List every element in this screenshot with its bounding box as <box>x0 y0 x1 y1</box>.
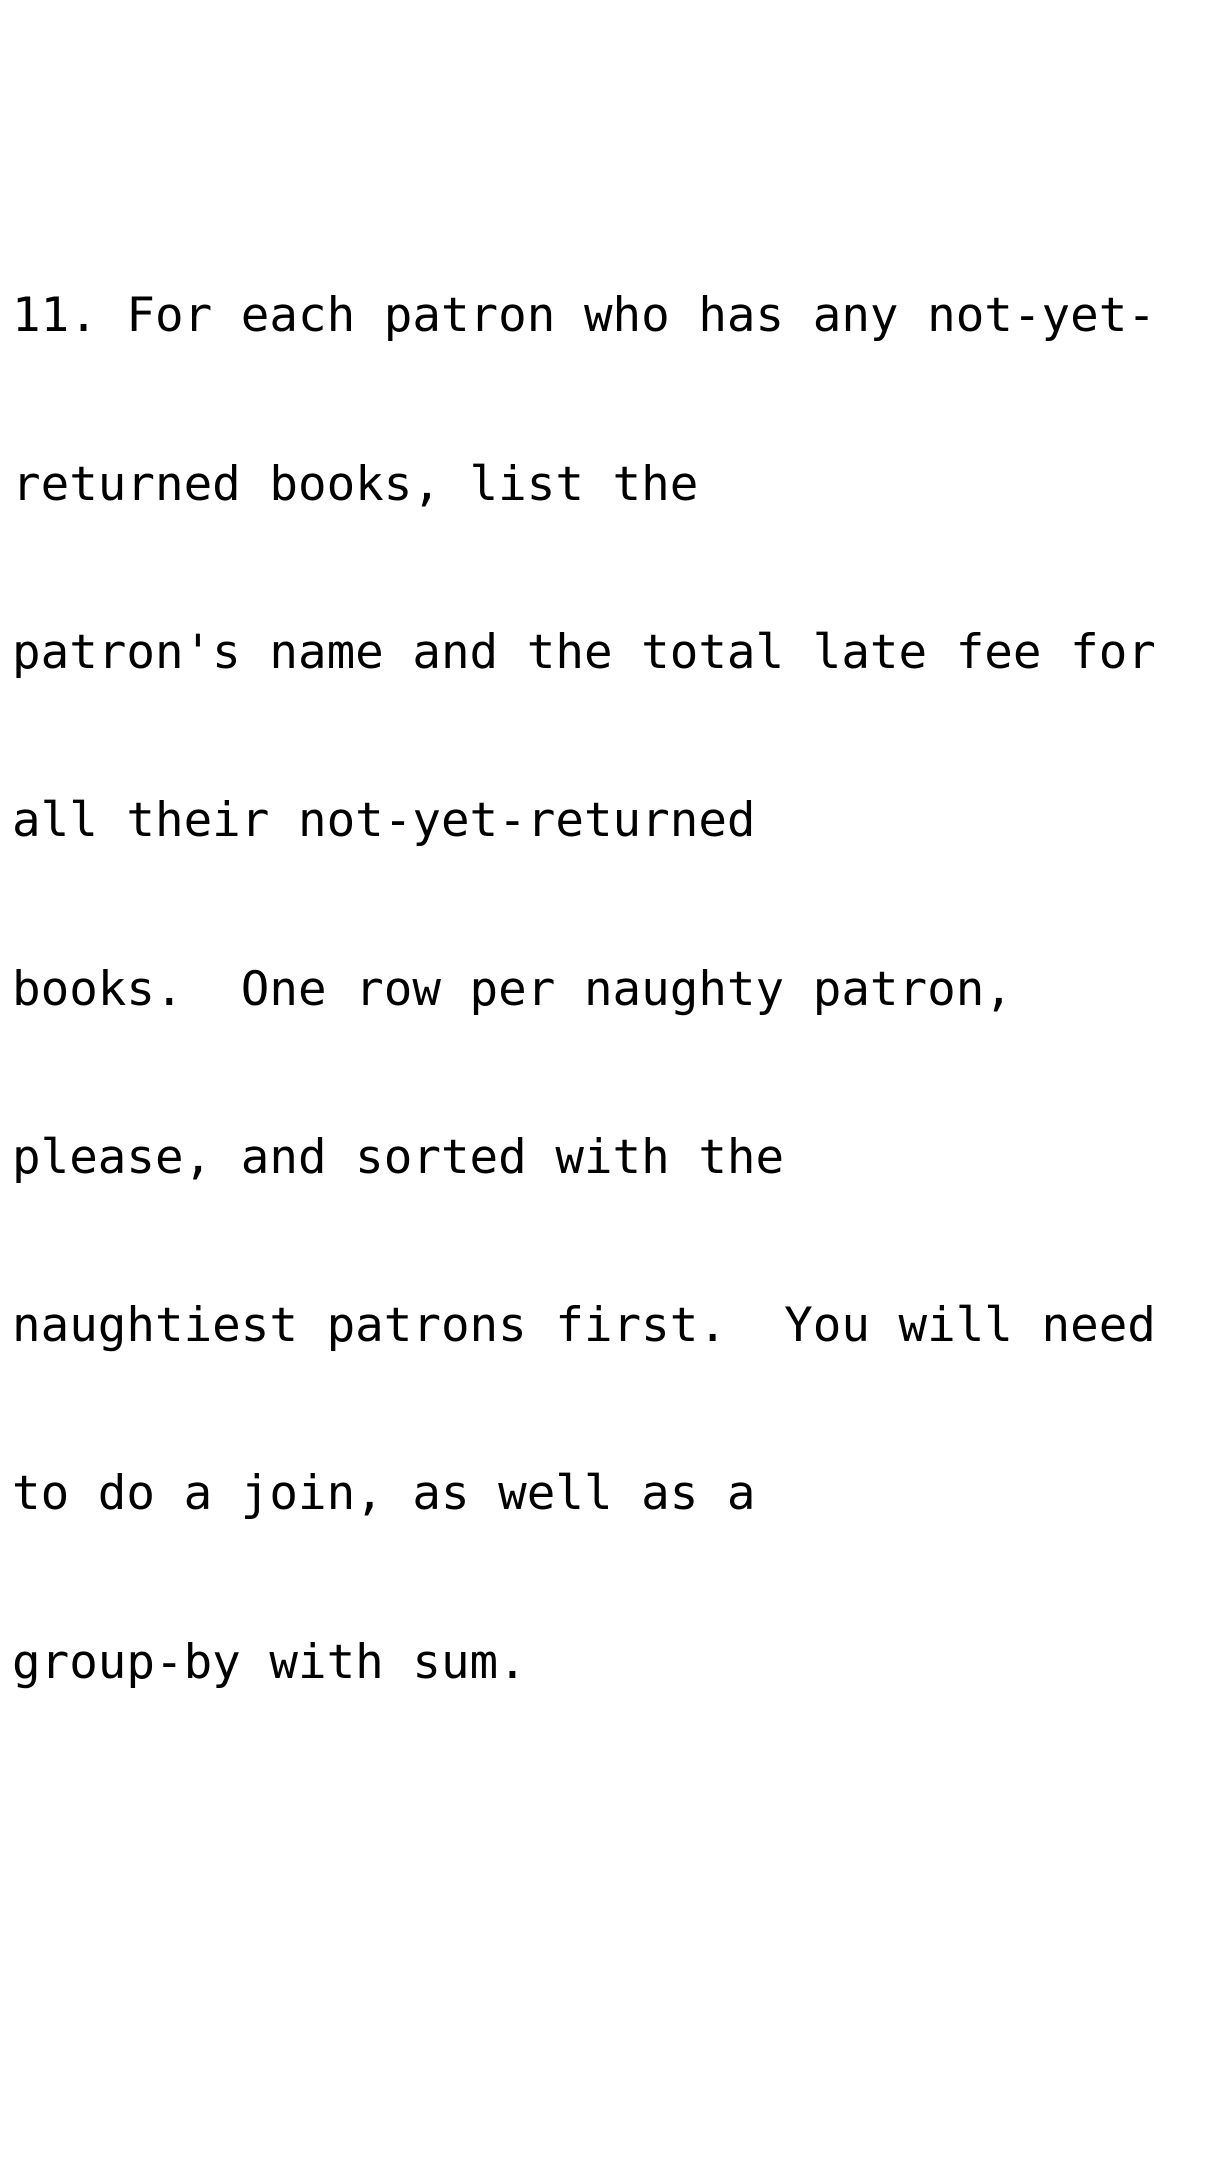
document-text-body: 11. For each patron who has any not-yet-… <box>12 8 1219 2160</box>
text-line: naughtiest patrons first. You will need <box>12 1298 1156 1354</box>
document-page: 11. For each patron who has any not-yet-… <box>0 0 1219 1690</box>
paragraph-separator <box>12 1971 1219 2027</box>
text-line: group-by with sum. <box>12 1634 527 1690</box>
text-line: 11. For each patron who has any not-yet- <box>12 288 1156 344</box>
text-line: all their not-yet-returned <box>12 793 756 849</box>
text-line: please, and sorted with the <box>12 1129 785 1185</box>
text-line: to do a join, as well as a <box>12 1466 756 1522</box>
text-line: returned books, list the <box>12 456 699 512</box>
text-line: patron's name and the total late fee for <box>12 625 1156 681</box>
text-line: books. One row per naughty patron, <box>12 961 1013 1017</box>
paragraph-item-11: 11. For each patron who has any not-yet-… <box>12 176 1219 1803</box>
